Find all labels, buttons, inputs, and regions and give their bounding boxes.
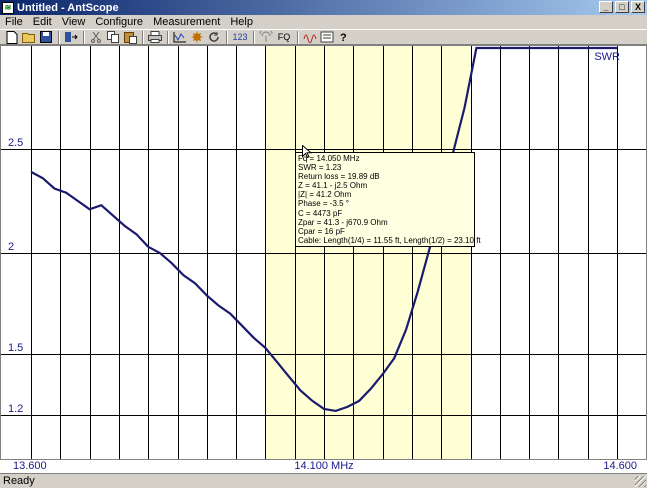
x-tick-label: 14.100 MHz <box>294 460 353 472</box>
tooltip-cpar: Cpar = 16 pF <box>298 226 345 236</box>
status-bar: Ready <box>0 473 647 488</box>
window-title: Untitled - AntScope <box>17 1 119 14</box>
chart-options-icon[interactable] <box>319 30 335 44</box>
menu-help[interactable]: Help <box>225 16 258 28</box>
y-tick-label: 1.2 <box>8 403 23 415</box>
cut-icon[interactable] <box>88 30 104 44</box>
help-icon[interactable]: ? <box>336 30 352 44</box>
toolbar-separator <box>167 30 169 44</box>
band-highlight <box>265 45 471 459</box>
mouse-cursor-icon <box>302 145 312 159</box>
copy-icon[interactable] <box>105 30 121 44</box>
toolbar: 123 FQ ? <box>0 29 647 45</box>
menu-edit[interactable]: Edit <box>28 16 57 28</box>
tooltip-impedance-magnitude: |Z| = 41.2 Ohm <box>298 190 352 200</box>
save-icon[interactable] <box>38 30 54 44</box>
tooltip-phase: Phase = -3.5 ° <box>298 199 350 209</box>
menu-bar: File Edit View Configure Measurement Hel… <box>0 15 647 29</box>
x-tick-label: 14.600 <box>603 460 637 472</box>
svg-text:?: ? <box>340 32 347 43</box>
resize-grip[interactable] <box>635 476 646 487</box>
y-tick-label: 2 <box>8 241 14 253</box>
tooltip-capacitance: C = 4473 pF <box>298 208 343 218</box>
fq-button[interactable]: FQ <box>275 30 293 44</box>
device-connect-icon[interactable] <box>63 30 79 44</box>
new-file-icon[interactable] <box>4 30 20 44</box>
paste-icon[interactable] <box>122 30 138 44</box>
print-icon[interactable] <box>147 30 163 44</box>
tooltip-cable-length: Cable: Length(1/4) = 11.55 ft, Length(1/… <box>298 235 481 245</box>
menu-measurement[interactable]: Measurement <box>148 16 225 28</box>
wave-icon[interactable] <box>302 30 318 44</box>
maximize-button[interactable]: □ <box>615 1 629 13</box>
scan-icon[interactable] <box>172 30 188 44</box>
swr-chart[interactable]: 1.2 1.5 2 2.5 13.600 14.100 MHz 14.600 SWR <box>0 45 647 473</box>
y-tick-label: 2.5 <box>8 137 23 149</box>
y-tick-label: 1.5 <box>8 342 23 354</box>
menu-configure[interactable]: Configure <box>90 16 148 28</box>
app-icon: ≋ <box>2 1 14 14</box>
antenna-icon[interactable] <box>258 30 274 44</box>
tooltip-swr: SWR = 1.23 <box>298 163 342 173</box>
window-controls: _ □ X <box>599 1 645 13</box>
settings-icon[interactable] <box>189 30 205 44</box>
x-tick-label: 13.600 <box>13 460 47 472</box>
tooltip-return-loss: Return loss = 19.89 dB <box>298 172 380 182</box>
toolbar-separator <box>58 30 60 44</box>
title-bar: ≋ Untitled - AntScope _ □ X <box>0 0 647 15</box>
close-button[interactable]: X <box>631 1 645 13</box>
tooltip-zpar: Zpar = 41.3 - j670.9 Ohm <box>298 217 388 227</box>
toolbar-separator <box>226 30 228 44</box>
refresh-icon[interactable] <box>206 30 222 44</box>
open-folder-icon[interactable] <box>21 30 37 44</box>
toolbar-separator <box>142 30 144 44</box>
minimize-button[interactable]: _ <box>599 1 613 13</box>
menu-file[interactable]: File <box>0 16 28 28</box>
menu-view[interactable]: View <box>57 16 91 28</box>
numeric-icon[interactable]: 123 <box>231 30 249 44</box>
legend-swr: SWR <box>594 51 620 63</box>
toolbar-separator <box>297 30 299 44</box>
tooltip-impedance: Z = 41.1 - j2.5 Ohm <box>298 181 368 191</box>
tooltip-frequency: Fq = 14.050 MHz <box>298 154 360 163</box>
measurement-tooltip: Fq = 14.050 MHz SWR = 1.23 Return loss =… <box>295 152 481 247</box>
toolbar-separator <box>83 30 85 44</box>
status-text: Ready <box>3 475 35 487</box>
toolbar-separator <box>253 30 255 44</box>
swr-plot-area[interactable]: 1.2 1.5 2 2.5 13.600 14.100 MHz 14.600 SWR <box>0 45 647 473</box>
